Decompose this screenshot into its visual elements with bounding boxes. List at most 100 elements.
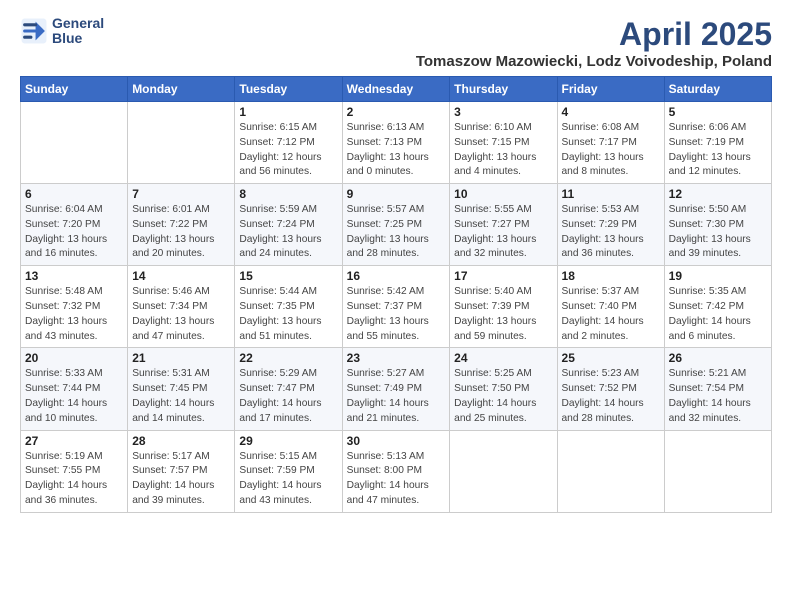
day-number: 30 [347, 434, 446, 448]
calendar-cell [21, 102, 128, 184]
day-info: Sunrise: 5:50 AM Sunset: 7:30 PM Dayligh… [669, 203, 767, 262]
calendar-header-row: SundayMondayTuesdayWednesdayThursdayFrid… [21, 77, 772, 102]
page: General Blue April 2025 Tomaszow Mazowie… [0, 0, 792, 523]
calendar-header-friday: Friday [557, 77, 664, 102]
day-info: Sunrise: 5:13 AM Sunset: 8:00 PM Dayligh… [347, 450, 446, 509]
day-info: Sunrise: 6:13 AM Sunset: 7:13 PM Dayligh… [347, 121, 446, 180]
calendar-header-wednesday: Wednesday [342, 77, 450, 102]
calendar-week-5: 27 Sunrise: 5:19 AM Sunset: 7:55 PM Dayli… [21, 430, 772, 512]
calendar-cell: 28 Sunrise: 5:17 AM Sunset: 7:57 PM Dayli… [128, 430, 235, 512]
calendar-cell: 12 Sunrise: 5:50 AM Sunset: 7:30 PM Dayli… [664, 184, 771, 266]
day-number: 12 [669, 187, 767, 201]
calendar-cell: 18 Sunrise: 5:37 AM Sunset: 7:40 PM Dayli… [557, 266, 664, 348]
calendar-cell: 16 Sunrise: 5:42 AM Sunset: 7:37 PM Dayli… [342, 266, 450, 348]
day-info: Sunrise: 5:17 AM Sunset: 7:57 PM Dayligh… [132, 450, 230, 509]
day-info: Sunrise: 5:59 AM Sunset: 7:24 PM Dayligh… [239, 203, 337, 262]
day-info: Sunrise: 6:06 AM Sunset: 7:19 PM Dayligh… [669, 121, 767, 180]
logo-line2: Blue [52, 31, 104, 46]
main-title: April 2025 [416, 16, 772, 53]
calendar-cell: 25Sunrise: 5:23 AM Sunset: 7:52 PM Dayli… [557, 348, 664, 430]
day-number: 19 [669, 269, 767, 283]
day-info: Sunrise: 5:35 AM Sunset: 7:42 PM Dayligh… [669, 285, 767, 344]
logo-icon [20, 17, 48, 45]
calendar-week-4: 20Sunrise: 5:33 AM Sunset: 7:44 PM Dayli… [21, 348, 772, 430]
calendar-cell: 22 Sunrise: 5:29 AM Sunset: 7:47 PM Dayli… [235, 348, 342, 430]
day-number: 5 [669, 105, 767, 119]
calendar-cell [128, 102, 235, 184]
header-row: General Blue April 2025 Tomaszow Mazowie… [20, 16, 772, 70]
calendar-cell: 19 Sunrise: 5:35 AM Sunset: 7:42 PM Dayli… [664, 266, 771, 348]
calendar-cell: 13 Sunrise: 5:48 AM Sunset: 7:32 PM Dayli… [21, 266, 128, 348]
day-info: Sunrise: 5:55 AM Sunset: 7:27 PM Dayligh… [454, 203, 552, 262]
day-info: Sunrise: 5:25 AM Sunset: 7:50 PM Dayligh… [454, 367, 552, 426]
calendar-header-thursday: Thursday [450, 77, 557, 102]
day-info: Sunrise: 5:29 AM Sunset: 7:47 PM Dayligh… [239, 367, 337, 426]
day-number: 17 [454, 269, 552, 283]
day-number: 26 [669, 351, 767, 365]
day-number: 16 [347, 269, 446, 283]
calendar-cell [557, 430, 664, 512]
day-number: 23 [347, 351, 446, 365]
day-info: Sunrise: 5:21 AM Sunset: 7:54 PM Dayligh… [669, 367, 767, 426]
calendar-week-2: 6 Sunrise: 6:04 AM Sunset: 7:20 PM Daylig… [21, 184, 772, 266]
calendar-cell: 27 Sunrise: 5:19 AM Sunset: 7:55 PM Dayli… [21, 430, 128, 512]
day-number: 1 [239, 105, 337, 119]
calendar-header-saturday: Saturday [664, 77, 771, 102]
day-info: Sunrise: 6:10 AM Sunset: 7:15 PM Dayligh… [454, 121, 552, 180]
day-info: Sunrise: 5:42 AM Sunset: 7:37 PM Dayligh… [347, 285, 446, 344]
day-number: 25 [562, 351, 660, 365]
day-number: 15 [239, 269, 337, 283]
day-number: 9 [347, 187, 446, 201]
calendar-cell: 23 Sunrise: 5:27 AM Sunset: 7:49 PM Dayli… [342, 348, 450, 430]
day-info: Sunrise: 6:08 AM Sunset: 7:17 PM Dayligh… [562, 121, 660, 180]
calendar-cell [450, 430, 557, 512]
calendar-cell: 29Sunrise: 5:15 AM Sunset: 7:59 PM Dayli… [235, 430, 342, 512]
logo: General Blue [20, 16, 104, 47]
day-number: 18 [562, 269, 660, 283]
day-info: Sunrise: 5:19 AM Sunset: 7:55 PM Dayligh… [25, 450, 123, 509]
calendar-cell: 14Sunrise: 5:46 AM Sunset: 7:34 PM Dayli… [128, 266, 235, 348]
logo-line1: General [52, 16, 104, 31]
calendar-header-sunday: Sunday [21, 77, 128, 102]
day-info: Sunrise: 5:15 AM Sunset: 7:59 PM Dayligh… [239, 450, 337, 509]
day-info: Sunrise: 6:04 AM Sunset: 7:20 PM Dayligh… [25, 203, 123, 262]
day-info: Sunrise: 6:01 AM Sunset: 7:22 PM Dayligh… [132, 203, 230, 262]
calendar-cell: 7 Sunrise: 6:01 AM Sunset: 7:22 PM Daylig… [128, 184, 235, 266]
calendar-table: SundayMondayTuesdayWednesdayThursdayFrid… [20, 76, 772, 513]
day-info: Sunrise: 5:40 AM Sunset: 7:39 PM Dayligh… [454, 285, 552, 344]
calendar-cell: 2Sunrise: 6:13 AM Sunset: 7:13 PM Daylig… [342, 102, 450, 184]
day-number: 11 [562, 187, 660, 201]
calendar-header-tuesday: Tuesday [235, 77, 342, 102]
day-info: Sunrise: 5:48 AM Sunset: 7:32 PM Dayligh… [25, 285, 123, 344]
calendar-cell [664, 430, 771, 512]
calendar-cell: 10 Sunrise: 5:55 AM Sunset: 7:27 PM Dayli… [450, 184, 557, 266]
calendar-cell: 17 Sunrise: 5:40 AM Sunset: 7:39 PM Dayli… [450, 266, 557, 348]
day-number: 8 [239, 187, 337, 201]
calendar-cell: 4 Sunrise: 6:08 AM Sunset: 7:17 PM Daylig… [557, 102, 664, 184]
calendar-header-monday: Monday [128, 77, 235, 102]
day-number: 4 [562, 105, 660, 119]
calendar-cell: 9Sunrise: 5:57 AM Sunset: 7:25 PM Daylig… [342, 184, 450, 266]
calendar-cell: 5 Sunrise: 6:06 AM Sunset: 7:19 PM Daylig… [664, 102, 771, 184]
day-number: 21 [132, 351, 230, 365]
day-number: 10 [454, 187, 552, 201]
calendar-cell: 30 Sunrise: 5:13 AM Sunset: 8:00 PM Dayli… [342, 430, 450, 512]
day-number: 24 [454, 351, 552, 365]
day-number: 27 [25, 434, 123, 448]
day-info: Sunrise: 6:15 AM Sunset: 7:12 PM Dayligh… [239, 121, 337, 180]
day-number: 14 [132, 269, 230, 283]
calendar-cell: 20Sunrise: 5:33 AM Sunset: 7:44 PM Dayli… [21, 348, 128, 430]
calendar-cell: 6 Sunrise: 6:04 AM Sunset: 7:20 PM Daylig… [21, 184, 128, 266]
day-number: 13 [25, 269, 123, 283]
calendar-cell: 15Sunrise: 5:44 AM Sunset: 7:35 PM Dayli… [235, 266, 342, 348]
calendar-week-1: 1 Sunrise: 6:15 AM Sunset: 7:12 PM Daylig… [21, 102, 772, 184]
day-info: Sunrise: 5:27 AM Sunset: 7:49 PM Dayligh… [347, 367, 446, 426]
day-number: 28 [132, 434, 230, 448]
day-number: 6 [25, 187, 123, 201]
day-number: 7 [132, 187, 230, 201]
day-number: 3 [454, 105, 552, 119]
day-info: Sunrise: 5:53 AM Sunset: 7:29 PM Dayligh… [562, 203, 660, 262]
day-number: 22 [239, 351, 337, 365]
logo-text: General Blue [52, 16, 104, 47]
day-info: Sunrise: 5:37 AM Sunset: 7:40 PM Dayligh… [562, 285, 660, 344]
